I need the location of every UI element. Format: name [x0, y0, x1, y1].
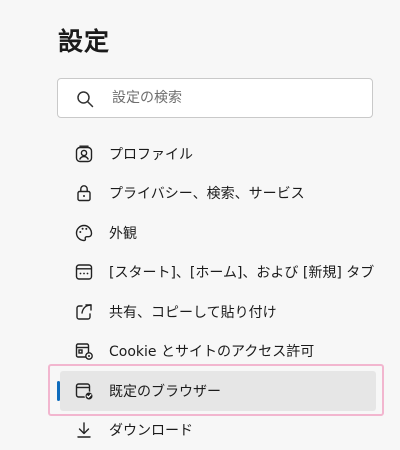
- palette-icon: [74, 223, 94, 243]
- nav-item-cookies-permissions[interactable]: Cookie とサイトのアクセス許可: [57, 332, 377, 372]
- lock-icon: [74, 183, 94, 203]
- nav-item-label: 既定のブラウザー: [109, 383, 221, 400]
- nav-item-default-browser[interactable]: 既定のブラウザー: [57, 371, 376, 411]
- nav-item-privacy[interactable]: プライバシー、検索、サービス: [57, 174, 377, 214]
- nav-item-label: 共有、コピーして貼り付け: [109, 304, 277, 321]
- nav-item-label: プライバシー、検索、サービス: [109, 186, 305, 203]
- home-tabs-icon: [74, 262, 94, 282]
- nav-item-share-copy-paste[interactable]: 共有、コピーして貼り付け: [57, 292, 377, 332]
- search-icon: [76, 90, 94, 108]
- selected-indicator: [57, 381, 60, 401]
- share-icon: [74, 302, 94, 322]
- nav-item-downloads[interactable]: ダウンロード: [57, 411, 377, 450]
- nav-item-label: Cookie とサイトのアクセス許可: [109, 344, 315, 361]
- nav-item-profile[interactable]: プロファイル: [57, 134, 377, 174]
- nav-item-label: [スタート]、[ホーム]、および [新規] タブ: [109, 265, 375, 282]
- nav-item-start-home-newtab[interactable]: [スタート]、[ホーム]、および [新規] タブ: [57, 253, 377, 293]
- nav-item-label: 外観: [109, 225, 137, 242]
- download-icon: [74, 420, 94, 440]
- profile-icon: [74, 144, 94, 164]
- nav-item-label: ダウンロード: [109, 423, 193, 440]
- search-box[interactable]: [57, 78, 373, 118]
- nav-item-label: プロファイル: [109, 146, 193, 163]
- page-title: 設定: [58, 27, 111, 56]
- nav-item-appearance[interactable]: 外観: [57, 213, 377, 253]
- settings-nav: プロファイル プライバシー、検索、サービス 外観 [スタート]、[ホーム]、およ…: [57, 134, 377, 450]
- default-browser-icon: [74, 381, 94, 401]
- site-permissions-icon: [74, 341, 94, 361]
- search-input[interactable]: [112, 87, 362, 109]
